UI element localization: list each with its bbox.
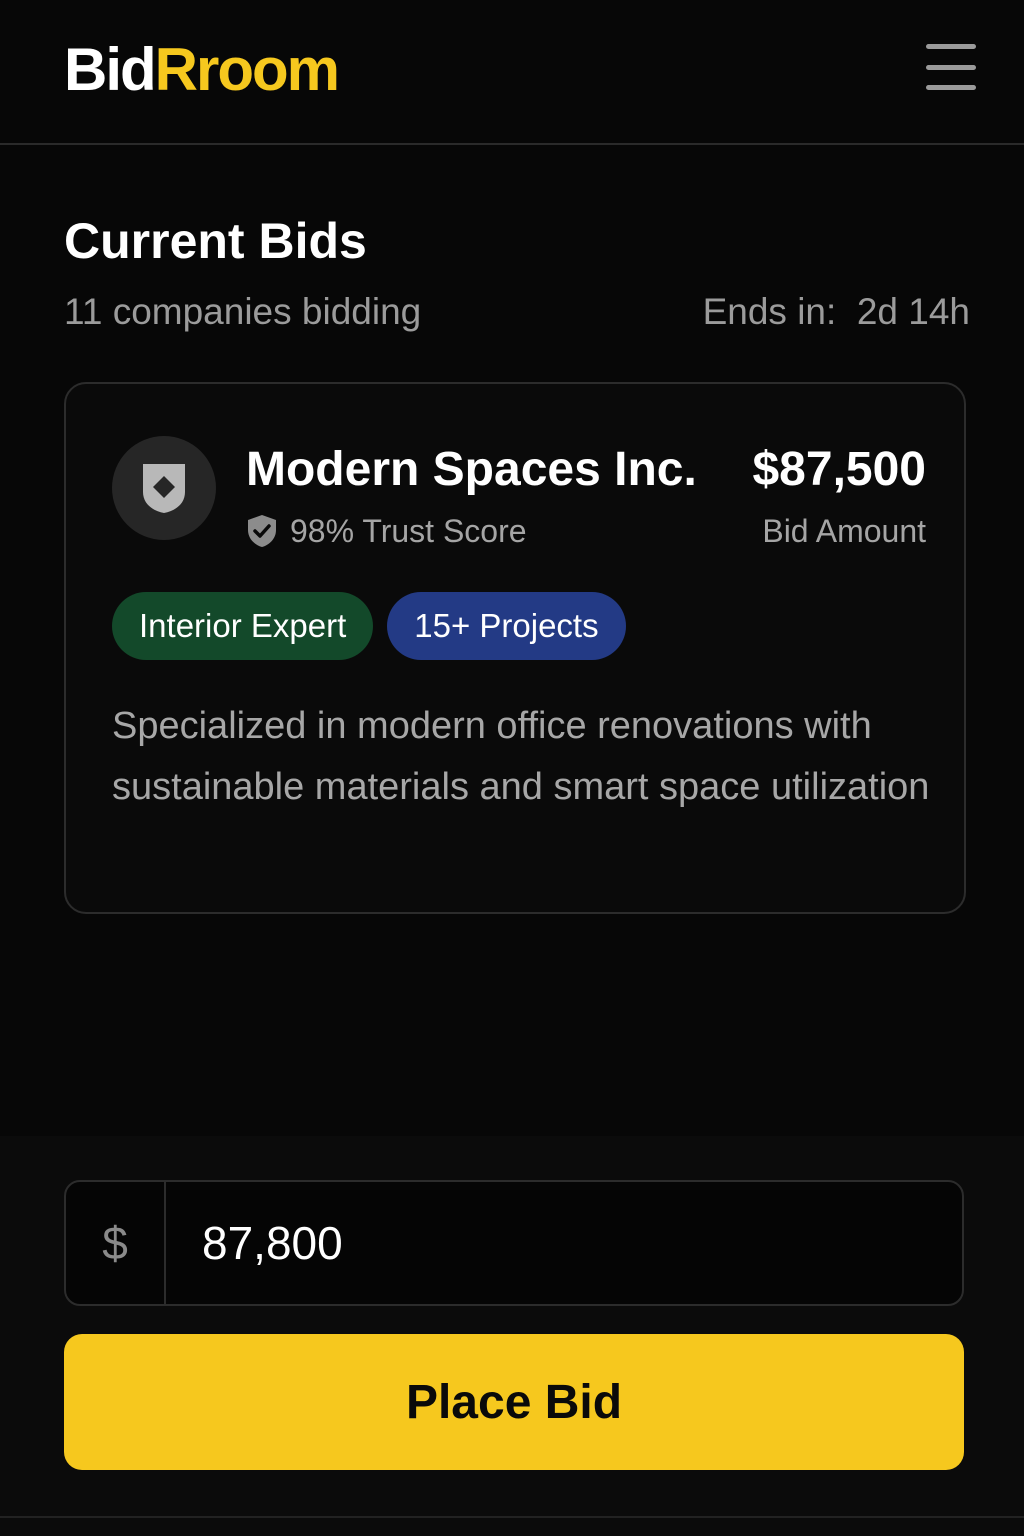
company-avatar bbox=[112, 436, 216, 540]
company-tags: Interior Expert 15+ Projects bbox=[112, 592, 640, 660]
bid-amount-value: $87,500 bbox=[752, 443, 926, 496]
shield-logo-icon bbox=[143, 464, 185, 513]
auction-countdown: Ends in: 2d 14h bbox=[702, 291, 970, 332]
company-description: Specialized in modern office renovations… bbox=[112, 705, 930, 808]
bid-amount-label: Bid Amount bbox=[762, 513, 926, 549]
app-root: BidRroom Current Bids 11 companies biddi… bbox=[0, 0, 1024, 1536]
tag-projects-count: 15+ Projects bbox=[387, 592, 626, 660]
bid-amount-input-group: $ bbox=[64, 1180, 964, 1306]
company-name: Modern Spaces Inc. bbox=[246, 443, 697, 496]
hamburger-menu-icon[interactable] bbox=[926, 44, 976, 90]
logo-text-room: Rroom bbox=[154, 36, 340, 103]
menu-line bbox=[926, 44, 976, 49]
bid-amount-input[interactable] bbox=[166, 1182, 962, 1304]
shield-check-icon bbox=[248, 515, 276, 547]
bottom-divider bbox=[0, 1516, 1024, 1518]
menu-line bbox=[926, 85, 976, 90]
logo-text-bid: Bid bbox=[64, 36, 157, 103]
menu-line bbox=[926, 64, 976, 70]
page-title: Current Bids bbox=[64, 213, 367, 269]
place-bid-panel: $ Place Bid bbox=[0, 1136, 1024, 1536]
bid-card[interactable]: Modern Spaces Inc. 98% Trust Score $87,5… bbox=[64, 382, 966, 914]
place-bid-button[interactable]: Place Bid bbox=[64, 1334, 964, 1470]
bidrroom-logo[interactable]: BidRroom bbox=[64, 36, 340, 104]
trust-score-label: 98% Trust Score bbox=[290, 513, 527, 549]
trust-score: 98% Trust Score bbox=[246, 512, 527, 550]
app-header: BidRroom bbox=[0, 0, 1024, 145]
companies-bidding-count: 11 companies bidding bbox=[64, 291, 422, 332]
currency-symbol: $ bbox=[66, 1182, 166, 1304]
tag-interior-expert: Interior Expert bbox=[112, 592, 374, 660]
